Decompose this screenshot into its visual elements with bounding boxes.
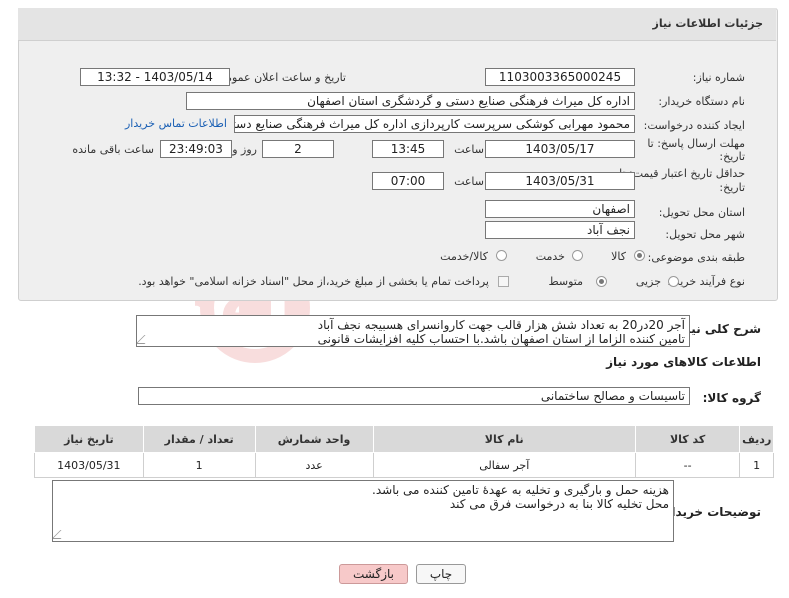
creator-field: محمود مهرابی کوشکی سرپرست کارپردازی ادار… [234, 115, 635, 133]
need-number-label: شماره نیاز: [692, 71, 745, 84]
col-name: نام کالا [372, 425, 636, 453]
cell-code: -- [634, 452, 741, 478]
price-time-label: ساعت [454, 175, 484, 188]
remaining-label: ساعت باقی مانده [72, 143, 154, 156]
treasury-payment-note: پرداخت تمام یا بخشی از مبلغ خرید،از محل … [138, 275, 489, 288]
city-label: شهر محل تحویل: [665, 228, 745, 241]
back-button[interactable]: بازگشت [339, 564, 408, 584]
price-validity-date-label: تاریخ: [719, 181, 745, 194]
goods-table-header: ردیف کد کالا نام کالا واحد شمارش تعداد /… [34, 425, 774, 453]
goods-group-label: گروه کالا: [702, 391, 761, 405]
description-textarea: آجر 20در20 به تعداد شش هزار قالب جهت کار… [136, 315, 690, 347]
description-line-2: تامین کننده الزاما از استان اصفهان باشد.… [317, 332, 685, 346]
price-time-field: 07:00 [372, 172, 444, 190]
announce-label: تاریخ و ساعت اعلان عمومی: [213, 71, 346, 84]
cell-name: آجر سفالی [372, 452, 636, 478]
announce-datetime-field: 1403/05/14 - 13:32 [80, 68, 230, 86]
col-unit: واحد شمارش [254, 425, 374, 453]
price-validity-label: حداقل تاریخ اعتبار قیمت: تا [619, 167, 745, 180]
process-option-minor: جزیی [635, 275, 661, 288]
category-radio-goods[interactable] [634, 250, 645, 261]
resize-handle-icon[interactable] [53, 530, 70, 539]
category-option-goods-service: کالا/خدمت [440, 250, 488, 263]
buyer-notes-label: توضیحات خریدار: [659, 505, 761, 519]
need-number-field: 1103003365000245 [485, 68, 635, 86]
process-option-medium: متوسط [548, 275, 583, 288]
print-button[interactable]: چاپ [416, 564, 466, 584]
city-field: نجف آباد [485, 221, 635, 239]
province-field: اصفهان [485, 200, 635, 218]
send-time-label: ساعت [454, 143, 484, 156]
days-label: روز و [232, 143, 257, 156]
remaining-time-field: 23:49:03 [160, 140, 232, 158]
goods-table: ردیف کد کالا نام کالا واحد شمارش تعداد /… [34, 425, 774, 478]
treasury-payment-checkbox[interactable] [498, 276, 509, 287]
send-time-field: 13:45 [372, 140, 444, 158]
creator-label: ایجاد کننده درخواست: [643, 119, 745, 132]
buyer-notes-line-2: محل تخلیه کالا بنا به درخواست فرق می کند [449, 497, 669, 511]
process-radio-medium[interactable] [596, 276, 607, 287]
send-deadline-date-label: تاریخ: [719, 150, 745, 163]
province-label: استان محل تحویل: [658, 206, 745, 219]
days-remaining-field: 2 [262, 140, 334, 158]
category-radio-goods-service[interactable] [496, 250, 507, 261]
buyer-org-label: نام دستگاه خریدار: [658, 95, 745, 108]
cell-date: 1403/05/31 [34, 452, 144, 478]
table-row: 1 -- آجر سفالی عدد 1 1403/05/31 [34, 452, 774, 478]
goods-section-title: اطلاعات کالاهای مورد نیاز [606, 355, 761, 369]
cell-unit: عدد [254, 452, 374, 478]
cell-qty: 1 [142, 452, 256, 478]
category-option-service: خدمت [535, 250, 565, 263]
cell-row: 1 [739, 452, 774, 478]
col-row: ردیف [739, 425, 774, 453]
send-date-field: 1403/05/17 [485, 140, 635, 158]
process-radio-minor[interactable] [668, 276, 679, 287]
goods-group-field: تاسیسات و مصالح ساختمانی [138, 387, 690, 405]
buyer-notes-line-1: هزینه حمل و بارگیری و تخلیه به عهدۀ تامی… [372, 483, 669, 497]
col-date: تاریخ نیاز [34, 425, 144, 453]
col-qty: تعداد / مقدار [142, 425, 256, 453]
col-code: کد کالا [634, 425, 741, 453]
buyer-notes-textarea: هزینه حمل و بارگیری و تخلیه به عهدۀ تامی… [52, 480, 674, 542]
category-radio-service[interactable] [572, 250, 583, 261]
page-title: جزئیات اطلاعات نیاز [652, 17, 764, 30]
send-deadline-label: مهلت ارسال پاسخ: تا [647, 137, 745, 150]
buyer-contact-link[interactable]: اطلاعات تماس خریدار [125, 117, 227, 130]
category-option-goods: کالا [611, 250, 626, 263]
description-line-1: آجر 20در20 به تعداد شش هزار قالب جهت کار… [317, 318, 685, 332]
buyer-org-field: اداره کل میراث فرهنگی صنایع دستی و گردشگ… [186, 92, 635, 110]
price-date-field: 1403/05/31 [485, 172, 635, 190]
category-label: طبقه بندی موضوعی: [647, 251, 745, 264]
